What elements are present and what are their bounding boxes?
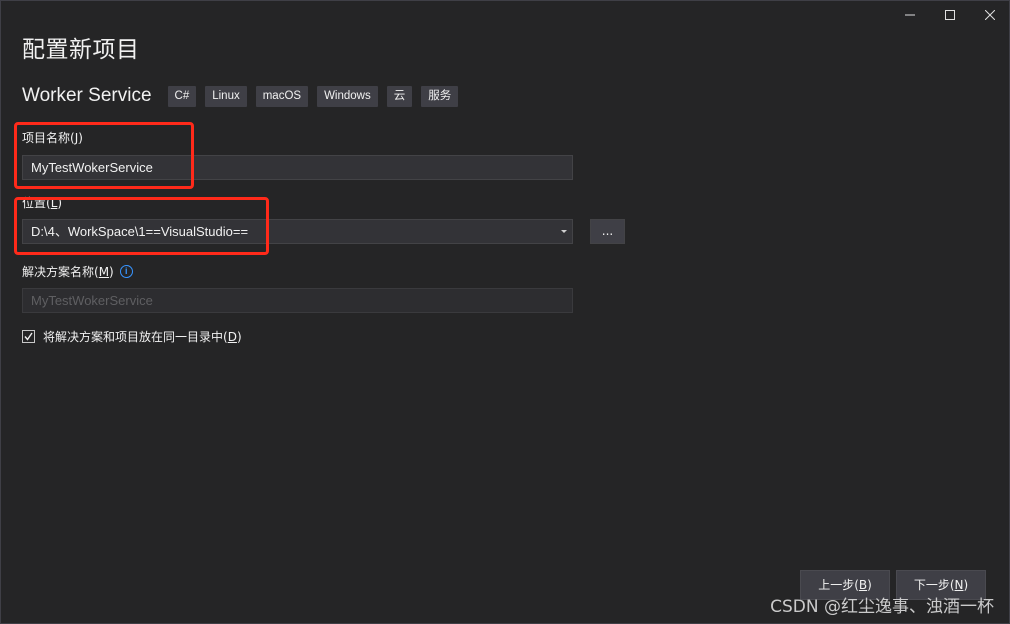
same-directory-mnemonic: D xyxy=(227,330,237,344)
location-label-end: ) xyxy=(57,196,63,210)
info-icon[interactable]: i xyxy=(119,265,133,278)
watermark: CSDN @红尘逸事、浊酒一杯 xyxy=(770,597,994,617)
project-name-label: 项目名称(J) xyxy=(22,129,83,146)
back-button-label-end: ) xyxy=(867,578,872,592)
template-name: Worker Service xyxy=(22,85,152,106)
same-directory-checkbox[interactable] xyxy=(22,330,35,343)
minimize-button[interactable] xyxy=(890,0,930,30)
back-button-mnemonic: B xyxy=(858,578,868,592)
location-label: 位置(L) xyxy=(22,194,62,211)
close-icon xyxy=(985,10,995,20)
page-title: 配置新项目 xyxy=(22,37,140,63)
same-directory-label-end: ) xyxy=(236,330,242,344)
solution-name-label-text: 解决方案名称( xyxy=(22,265,99,279)
maximize-button[interactable] xyxy=(930,0,970,30)
location-value: D:\4、WorkSpace\1==VisualStudio== xyxy=(31,224,249,239)
tag-windows: Windows xyxy=(317,85,378,107)
template-tags: C# Linux macOS Windows 云 服务 xyxy=(167,85,459,107)
solution-name-mnemonic: M xyxy=(98,265,110,279)
same-directory-option[interactable]: 将解决方案和项目放在同一目录中(D) xyxy=(22,328,242,345)
maximize-icon xyxy=(945,10,955,20)
tag-linux: Linux xyxy=(205,85,247,107)
tag-macos: macOS xyxy=(255,85,309,107)
checkmark-icon xyxy=(24,332,33,341)
template-header: Worker Service C# Linux macOS Windows 云 … xyxy=(22,85,459,107)
browse-button[interactable]: ... xyxy=(590,219,625,244)
tag-service: 服务 xyxy=(421,85,459,107)
minimize-icon xyxy=(905,14,915,16)
project-name-label-end: ) xyxy=(78,131,83,145)
same-directory-label: 将解决方案和项目放在同一目录中(D) xyxy=(43,328,242,345)
solution-name-label: 解决方案名称(M) i xyxy=(22,263,133,280)
project-name-label-text: 项目名称( xyxy=(22,131,75,145)
location-label-text: 位置( xyxy=(22,196,51,210)
project-name-input[interactable]: MyTestWokerService xyxy=(22,155,573,180)
next-button-label: 下一步( xyxy=(913,578,955,592)
next-button-label-end: ) xyxy=(963,578,969,592)
tag-cloud: 云 xyxy=(386,85,413,107)
back-button-label: 上一步( xyxy=(818,578,859,592)
solution-name-label-end: ) xyxy=(109,265,114,279)
location-combobox[interactable]: D:\4、WorkSpace\1==VisualStudio== xyxy=(22,219,573,244)
window-controls xyxy=(890,0,1010,30)
solution-name-input[interactable]: MyTestWokerService xyxy=(22,288,573,313)
chevron-down-icon[interactable] xyxy=(561,230,567,233)
tag-csharp: C# xyxy=(167,85,197,107)
same-directory-label-text: 将解决方案和项目放在同一目录中( xyxy=(43,330,228,344)
close-button[interactable] xyxy=(970,0,1010,30)
